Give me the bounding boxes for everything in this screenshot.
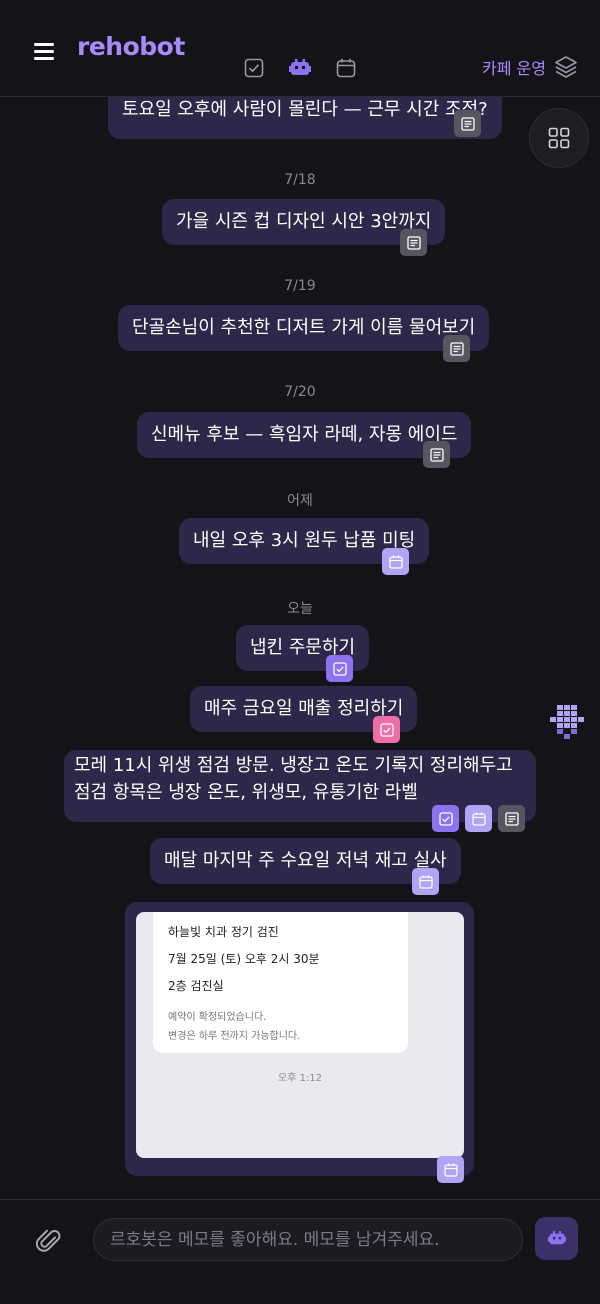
- memo-icon: [449, 341, 464, 356]
- screenshot-image[interactable]: 하늘빛 치과 정기 검진 7월 25일 (토) 오후 2시 30분 2층 검진실…: [136, 912, 464, 1158]
- menu-icon[interactable]: [34, 43, 54, 60]
- tab-tasks[interactable]: [242, 56, 266, 80]
- repeat-task-tag-button[interactable]: [373, 716, 400, 743]
- date-divider: 7/20: [284, 384, 316, 400]
- memo-icon: [504, 811, 519, 826]
- list-item[interactable]: 매달 마지막 주 수요일 저녁 재고 실사: [150, 838, 461, 895]
- memo-tag-button[interactable]: [400, 229, 427, 256]
- paperclip-icon: [35, 1229, 61, 1252]
- memo-icon: [460, 116, 475, 131]
- list-item[interactable]: 신메뉴 후보 — 흑임자 라떼, 자몽 에이드: [137, 412, 472, 468]
- calendar-tag-button[interactable]: [412, 868, 439, 895]
- message-text: 토요일 오후에 사람이 몰린다 — 근무 시간 조정?: [122, 99, 488, 120]
- calendar-icon: [418, 875, 433, 889]
- memo-icon: [406, 235, 421, 250]
- memo-tag-button[interactable]: [423, 441, 450, 468]
- composer-bar: [0, 1199, 600, 1304]
- tab-robot[interactable]: [288, 56, 312, 80]
- image-message[interactable]: 하늘빛 치과 정기 검진 7월 25일 (토) 오후 2시 30분 2층 검진실…: [125, 902, 474, 1183]
- card-title: 하늘빛 치과 정기 검진: [168, 925, 279, 939]
- calendar-tag-button[interactable]: [437, 1156, 464, 1183]
- layers-icon: [555, 56, 577, 78]
- card-note: 예약이 확정되었습니다.: [168, 1012, 267, 1023]
- attach-button[interactable]: [35, 1226, 64, 1258]
- message-text: 매달 마지막 주 수요일 저녁 재고 실사: [164, 850, 447, 871]
- date-divider: 7/19: [284, 278, 316, 294]
- checkbox-icon: [438, 811, 453, 826]
- card-note: 변경은 하루 전까지 가능합니다.: [168, 1031, 301, 1042]
- calendar-icon: [443, 1163, 458, 1177]
- calendar-icon: [336, 58, 356, 78]
- list-item[interactable]: 모레 11시 위생 점검 방문. 냉장고 온도 기록지 정리해두고 점검 항목은…: [64, 750, 536, 832]
- calendar-icon: [471, 812, 486, 826]
- list-item[interactable]: 냅킨 주문하기: [236, 625, 370, 682]
- card-timestamp: 오후 1:12: [277, 1073, 323, 1084]
- date-divider: 어제: [287, 493, 313, 509]
- memo-tag-button[interactable]: [443, 335, 470, 362]
- memo-tag-button[interactable]: [498, 805, 525, 832]
- list-item[interactable]: 토요일 오후에 사람이 몰린다 — 근무 시간 조정?: [108, 97, 502, 139]
- checkbox-icon: [244, 58, 264, 78]
- message-bubble: 신메뉴 후보 — 흑임자 라떼, 자몽 에이드: [137, 412, 472, 458]
- message-text: 단골손님이 추천한 디저트 가게 이름 물어보기: [132, 317, 476, 338]
- list-item[interactable]: 내일 오후 3시 원두 납품 미팅: [179, 518, 430, 575]
- task-tag-button[interactable]: [432, 805, 459, 832]
- workspace-switcher[interactable]: 카페 운영: [482, 55, 578, 79]
- app-header: rehobot 카페 운영: [0, 0, 600, 97]
- message-text: 신메뉴 후보 — 흑임자 라떼, 자몽 에이드: [151, 424, 458, 445]
- message-bubble: 단골손님이 추천한 디저트 가게 이름 물어보기: [118, 305, 490, 351]
- memo-tag-button[interactable]: [454, 110, 481, 137]
- message-feed[interactable]: 토요일 오후에 사람이 몰린다 — 근무 시간 조정? 7/18 가을 시즌 컵…: [0, 97, 600, 1199]
- message-text: 가을 시즌 컵 디자인 시안 3안까지: [176, 211, 432, 232]
- date-divider: 오늘: [287, 601, 313, 617]
- card-location: 2층 검진실: [168, 979, 224, 993]
- task-tag-button[interactable]: [326, 655, 353, 682]
- message-text: 모레 11시 위생 점검 방문. 냉장고 온도 기록지 정리해두고 점검 항목은…: [74, 755, 513, 803]
- workspace-label: 카페 운영: [482, 59, 546, 78]
- card-datetime: 7월 25일 (토) 오후 2시 30분: [168, 952, 320, 966]
- date-divider: 7/18: [284, 172, 316, 188]
- app-logo: rehobot: [77, 32, 185, 61]
- grid-view-button[interactable]: [529, 108, 589, 168]
- tab-calendar[interactable]: [334, 56, 358, 80]
- send-button[interactable]: [535, 1217, 578, 1260]
- appointment-notice: 하늘빛 치과 정기 검진 7월 25일 (토) 오후 2시 30분 2층 검진실…: [153, 912, 408, 1053]
- list-item[interactable]: 가을 시즌 컵 디자인 시안 3안까지: [162, 199, 446, 256]
- calendar-tag-button[interactable]: [465, 805, 492, 832]
- checkbox-icon: [332, 661, 347, 676]
- memo-icon: [429, 447, 444, 462]
- robot-icon: [289, 59, 311, 75]
- memo-input[interactable]: [93, 1218, 523, 1261]
- message-bubble: 토요일 오후에 사람이 몰린다 — 근무 시간 조정?: [108, 97, 502, 139]
- calendar-tag-button[interactable]: [382, 548, 409, 575]
- list-item[interactable]: 매주 금요일 매출 정리하기: [190, 686, 418, 743]
- list-item[interactable]: 단골손님이 추천한 디저트 가게 이름 물어보기: [118, 305, 490, 362]
- checkbox-icon: [379, 722, 394, 737]
- view-tabs: [242, 56, 358, 80]
- pixel-mascot-icon[interactable]: [549, 705, 585, 739]
- robot-icon: [547, 1231, 566, 1245]
- grid-icon: [548, 127, 570, 149]
- calendar-icon: [388, 555, 403, 569]
